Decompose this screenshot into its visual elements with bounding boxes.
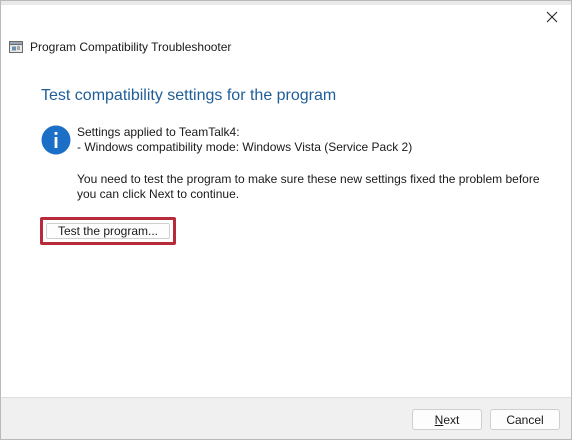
window-top-edge	[1, 1, 571, 5]
settings-applied-message: Settings applied to TeamTalk4: - Windows…	[77, 125, 412, 155]
close-button[interactable]	[541, 7, 563, 27]
window-title: Program Compatibility Troubleshooter	[30, 40, 232, 54]
title-bar: Program Compatibility Troubleshooter	[9, 38, 231, 56]
close-icon	[546, 11, 558, 23]
troubleshooter-app-icon	[9, 41, 23, 53]
info-icon	[41, 125, 71, 155]
settings-applied-line: Settings applied to TeamTalk4:	[77, 125, 240, 139]
compatibility-mode-line: - Windows compatibility mode: Windows Vi…	[77, 140, 413, 154]
page-heading: Test compatibility settings for the prog…	[41, 87, 337, 104]
test-program-button[interactable]: Test the program...	[46, 223, 170, 239]
next-label-rest: ext	[443, 412, 460, 427]
note-line-2: you can click Next to continue.	[77, 187, 240, 201]
footer-bar: Next Cancel	[1, 397, 571, 439]
cancel-button[interactable]: Cancel	[490, 409, 560, 430]
note-line-1: You need to test the program to make sur…	[77, 172, 540, 186]
troubleshooter-window: Program Compatibility Troubleshooter Tes…	[0, 0, 572, 440]
next-button[interactable]: Next	[412, 409, 482, 430]
next-mnemonic: N	[434, 412, 444, 427]
test-instruction-note: You need to test the program to make sur…	[77, 172, 547, 202]
